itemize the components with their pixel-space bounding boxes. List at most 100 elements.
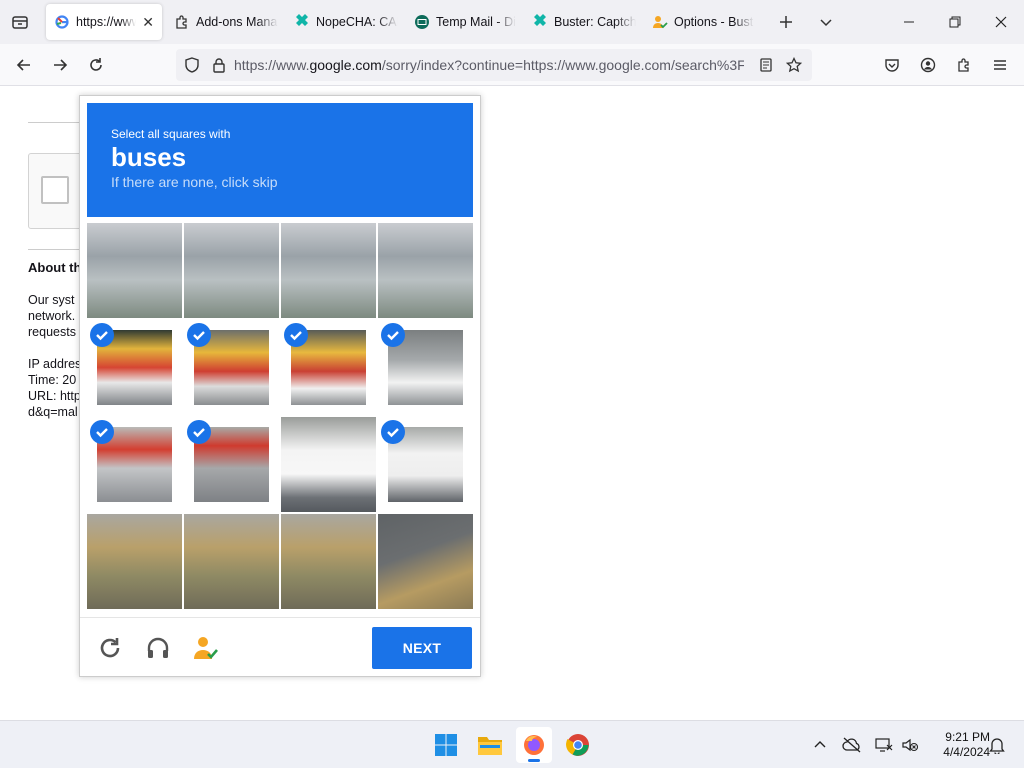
tab-addons-manager[interactable]: Add-ons Manager <box>166 4 286 40</box>
system-clock[interactable]: 9:21 PM 4/4/2024 <box>924 730 990 760</box>
checkmark-icon <box>90 420 114 444</box>
taskbar-chrome[interactable] <box>560 727 596 763</box>
recaptcha-checkbox[interactable] <box>41 176 69 204</box>
cloud-offline-icon <box>842 737 861 753</box>
tile-image <box>184 514 279 609</box>
app-menu-button[interactable] <box>982 49 1018 81</box>
notifications-button[interactable] <box>985 733 1009 757</box>
tab-temp-mail[interactable]: Temp Mail - Disposable <box>406 4 524 40</box>
reader-view-icon[interactable] <box>758 57 774 73</box>
taskbar-file-explorer[interactable] <box>472 727 508 763</box>
captcha-tile[interactable] <box>87 417 182 512</box>
puzzle-icon <box>174 14 190 30</box>
tab-title: NopeCHA: CAPTCHA Solver <box>316 15 398 29</box>
close-window-button[interactable] <box>978 0 1024 44</box>
firefox-view-icon <box>12 16 28 29</box>
captcha-tile[interactable] <box>87 320 182 415</box>
reload-challenge-button[interactable] <box>96 634 124 662</box>
close-icon <box>995 16 1007 28</box>
captcha-tile[interactable] <box>378 417 473 512</box>
tile-image <box>87 223 182 318</box>
onedrive-offline-indicator[interactable] <box>840 733 864 757</box>
navigation-toolbar: https://www.google.com/sorry/index?conti… <box>0 44 1024 86</box>
network-indicator[interactable] <box>872 733 896 757</box>
windows-start-icon <box>435 734 457 756</box>
captcha-tile[interactable] <box>184 223 279 318</box>
nopecha-icon <box>294 14 310 30</box>
tile-image <box>378 223 473 318</box>
firefox-icon <box>524 735 544 755</box>
reload-button[interactable] <box>78 49 114 81</box>
captcha-tile[interactable] <box>378 223 473 318</box>
bell-icon <box>989 738 1005 754</box>
chevron-up-icon <box>814 741 826 748</box>
forward-button[interactable] <box>42 49 78 81</box>
show-hidden-icons-button[interactable] <box>808 733 832 757</box>
captcha-tile[interactable] <box>378 514 473 609</box>
tracking-protection-icon[interactable] <box>184 57 200 73</box>
captcha-tile[interactable] <box>281 417 376 512</box>
reload-icon <box>90 57 102 71</box>
tab-google-sorry[interactable]: https://www.google.com/sorry ✕ <box>46 4 162 40</box>
clock-time: 9:21 PM <box>945 730 990 744</box>
url-path: /sorry/index?continue=https://www.google… <box>381 57 744 73</box>
volume-muted-icon <box>902 738 919 752</box>
captcha-tile[interactable] <box>184 417 279 512</box>
arrow-left-icon <box>16 58 30 71</box>
url-text[interactable]: https://www.google.com/sorry/index?conti… <box>234 57 744 73</box>
extensions-button[interactable] <box>946 49 982 81</box>
bookmark-star-icon[interactable] <box>786 57 802 73</box>
captcha-instruction: Select all squares with <box>111 127 231 141</box>
tab-buster[interactable]: Buster: Captcha Solver <box>524 4 644 40</box>
captcha-tile[interactable] <box>184 514 279 609</box>
checkmark-icon <box>187 420 211 444</box>
volume-indicator[interactable] <box>898 733 922 757</box>
captcha-tile[interactable] <box>378 320 473 415</box>
tile-image <box>281 223 376 318</box>
restore-button[interactable] <box>932 0 978 44</box>
tile-image <box>281 417 376 512</box>
list-all-tabs-button[interactable] <box>806 0 846 44</box>
plus-icon <box>780 16 792 28</box>
tab-nopecha[interactable]: NopeCHA: CAPTCHA Solver <box>286 4 406 40</box>
captcha-header: Select all squares with buses If there a… <box>87 103 473 217</box>
close-tab-icon[interactable]: ✕ <box>142 14 154 31</box>
lock-icon[interactable] <box>212 57 226 73</box>
firefox-view-button[interactable] <box>0 0 40 44</box>
audio-challenge-button[interactable] <box>144 634 172 662</box>
tab-buster-options[interactable]: Options - Buster <box>644 4 762 40</box>
captcha-tile[interactable] <box>281 223 376 318</box>
captcha-tile[interactable] <box>87 514 182 609</box>
tile-image <box>378 514 473 609</box>
back-button[interactable] <box>6 49 42 81</box>
buster-solver-button[interactable] <box>192 634 220 662</box>
next-button[interactable]: NEXT <box>372 627 472 669</box>
url-bar[interactable]: https://www.google.com/sorry/index?conti… <box>176 49 812 81</box>
minimize-icon <box>904 21 914 23</box>
buster-icon <box>532 14 548 30</box>
tile-image <box>184 223 279 318</box>
start-button[interactable] <box>428 727 464 763</box>
tab-title: https://www.google.com/sorry <box>76 15 137 29</box>
account-button[interactable] <box>910 49 946 81</box>
captcha-tile[interactable] <box>184 320 279 415</box>
headphones-icon <box>147 637 169 658</box>
arrow-right-icon <box>54 58 68 71</box>
hamburger-menu-icon <box>994 59 1006 70</box>
checkmark-icon <box>381 420 405 444</box>
folder-icon <box>478 737 502 755</box>
minimize-button[interactable] <box>886 0 932 44</box>
pocket-icon <box>885 58 899 72</box>
captcha-tile[interactable] <box>281 320 376 415</box>
new-tab-button[interactable] <box>766 0 806 44</box>
about-heading: About th <box>28 260 82 275</box>
restore-icon <box>949 16 961 28</box>
captcha-tile[interactable] <box>281 514 376 609</box>
captcha-tile[interactable] <box>87 223 182 318</box>
taskbar-firefox[interactable] <box>516 727 552 763</box>
about-text: Our syst network. requests IP addres Tim… <box>28 293 82 419</box>
tab-strip: https://www.google.com/sorry ✕ Add-ons M… <box>0 0 1024 44</box>
tile-image <box>87 514 182 609</box>
chevron-down-icon <box>820 19 832 27</box>
pocket-button[interactable] <box>874 49 910 81</box>
